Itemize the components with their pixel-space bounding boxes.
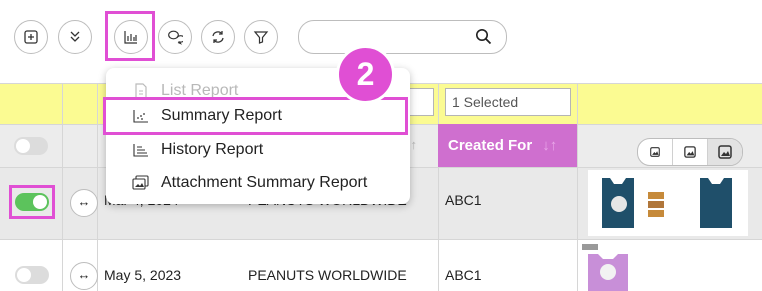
select-all-toggle[interactable] bbox=[14, 137, 48, 155]
menu-item-history-report[interactable]: History Report bbox=[106, 135, 410, 165]
search-input[interactable] bbox=[298, 20, 507, 54]
created-for-header-label: Created For bbox=[448, 137, 533, 154]
selected-count-label: 1 Selected bbox=[452, 94, 519, 110]
expand-row-button[interactable]: ↔ bbox=[70, 262, 98, 290]
menu-item-label: Attachment Summary Report bbox=[161, 174, 368, 191]
expand-row-button[interactable]: ↔ bbox=[70, 189, 98, 217]
row-created-for: ABC1 bbox=[445, 267, 482, 283]
large-image-button[interactable] bbox=[708, 139, 742, 165]
report-button-highlight bbox=[105, 11, 155, 61]
sort-icon[interactable]: ↓↑ bbox=[542, 137, 557, 154]
small-image-button[interactable] bbox=[638, 139, 673, 165]
product-thumbnails[interactable] bbox=[588, 170, 748, 236]
chat-bubbles-icon bbox=[168, 30, 183, 45]
funnel-icon bbox=[253, 31, 269, 44]
history-report-icon bbox=[131, 140, 151, 160]
search-icon bbox=[476, 29, 492, 45]
plus-square-icon bbox=[24, 30, 38, 44]
row-toggle-highlight bbox=[9, 185, 55, 219]
chat-button[interactable] bbox=[158, 20, 192, 54]
refresh-icon bbox=[212, 31, 224, 43]
add-row-button[interactable] bbox=[14, 20, 48, 54]
image-size-toggle bbox=[637, 138, 743, 166]
attachment-summary-icon bbox=[131, 173, 151, 193]
medium-image-button[interactable] bbox=[673, 139, 708, 165]
toggle-knob bbox=[17, 268, 31, 282]
double-chevron-down-icon bbox=[70, 31, 80, 42]
created-for-column-header[interactable]: Created For ↓↑ bbox=[438, 124, 577, 167]
step-badge: 2 bbox=[336, 45, 395, 104]
toggle-knob bbox=[16, 139, 30, 153]
table-row[interactable] bbox=[0, 239, 762, 291]
menu-item-attachment-summary-report[interactable]: Attachment Summary Report bbox=[106, 168, 410, 198]
row-created-for: ABC1 bbox=[445, 192, 482, 208]
row-company: PEANUTS WORLDWIDE bbox=[248, 267, 407, 283]
product-thumbnail[interactable] bbox=[580, 242, 640, 291]
image-icon bbox=[718, 145, 732, 159]
row-enabled-toggle[interactable] bbox=[15, 266, 49, 284]
image-icon bbox=[684, 146, 696, 158]
filter-button[interactable] bbox=[244, 20, 278, 54]
row-date: May 5, 2023 bbox=[104, 267, 182, 283]
refresh-button[interactable] bbox=[201, 20, 235, 54]
image-icon bbox=[650, 147, 660, 157]
collapse-all-button[interactable] bbox=[58, 20, 92, 54]
menu-item-label: History Report bbox=[161, 141, 264, 158]
created-for-filter-select[interactable]: 1 Selected bbox=[445, 88, 571, 116]
